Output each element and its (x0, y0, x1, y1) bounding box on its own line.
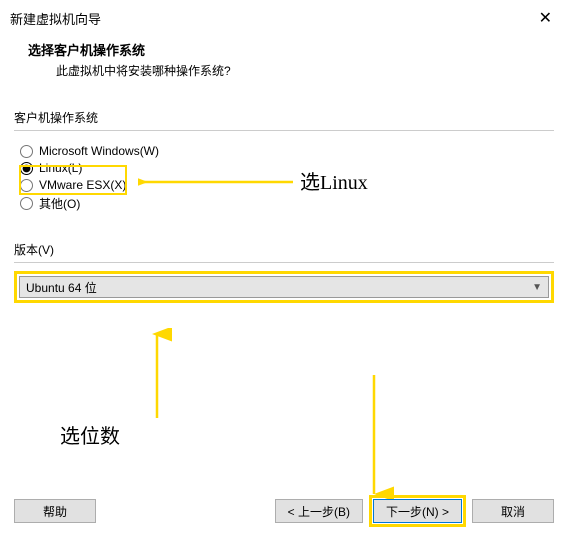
page-title: 选择客户机操作系统 (28, 40, 548, 59)
radio-windows[interactable]: Microsoft Windows(W) (20, 144, 548, 158)
arrow-to-version (145, 328, 225, 423)
page-subtitle: 此虚拟机中将安装哪种操作系统? (28, 62, 548, 79)
help-button[interactable]: 帮助 (14, 499, 96, 523)
radio-windows-input[interactable] (20, 145, 33, 158)
cancel-button[interactable]: 取消 (472, 499, 554, 523)
version-label: 版本(V) (14, 241, 554, 258)
annotation-linux: 选Linux (300, 166, 368, 195)
next-highlight: 下一步(N) > (369, 495, 466, 527)
radio-vmware-esx[interactable]: VMware ESX(X) (20, 178, 548, 192)
version-selected: Ubuntu 64 位 (26, 279, 97, 296)
radio-other-label: 其他(O) (39, 195, 80, 212)
annotation-bits: 选位数 (60, 420, 120, 449)
close-icon[interactable]: ✕ (533, 6, 558, 30)
radio-windows-label: Microsoft Windows(W) (39, 144, 159, 158)
version-highlight: Ubuntu 64 位 ▼ (14, 271, 554, 303)
version-select[interactable]: Ubuntu 64 位 ▼ (19, 276, 549, 298)
radio-linux-label: Linux(L) (39, 161, 82, 175)
os-radio-group: Microsoft Windows(W) Linux(L) VMware ESX… (14, 130, 554, 231)
arrow-to-next (356, 370, 396, 500)
radio-vmware-esx-label: VMware ESX(X) (39, 178, 126, 192)
radio-other-input[interactable] (20, 197, 33, 210)
radio-linux-input[interactable] (20, 162, 33, 175)
chevron-down-icon: ▼ (532, 282, 542, 293)
radio-other[interactable]: 其他(O) (20, 195, 548, 212)
radio-vmware-esx-input[interactable] (20, 179, 33, 192)
next-button[interactable]: 下一步(N) > (373, 499, 462, 523)
window-title: 新建虚拟机向导 (10, 9, 101, 28)
back-button[interactable]: < 上一步(B) (275, 499, 363, 523)
os-group-label: 客户机操作系统 (14, 109, 554, 126)
radio-linux[interactable]: Linux(L) (20, 161, 548, 175)
